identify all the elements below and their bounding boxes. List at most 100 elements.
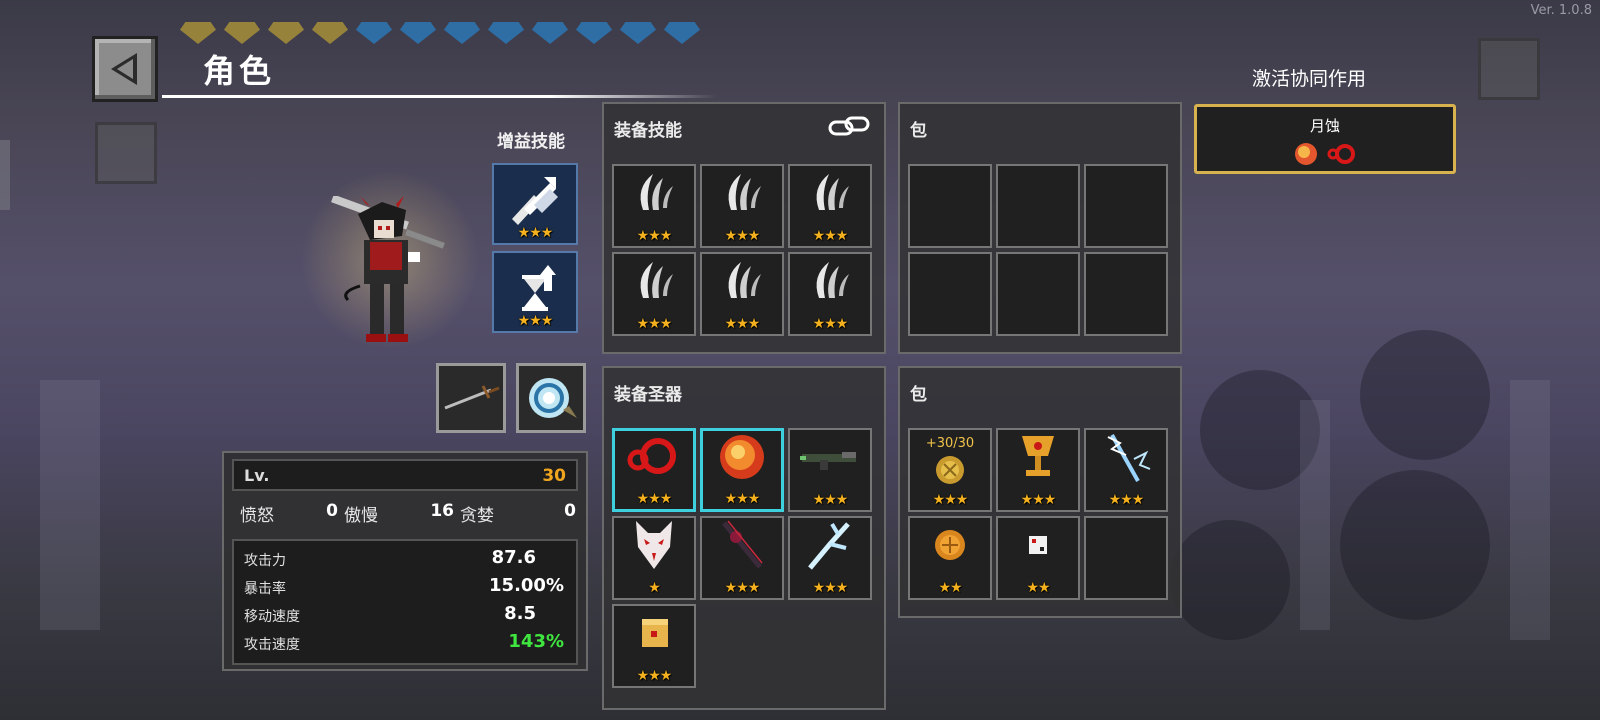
pet-skills-label: 增益技能 bbox=[497, 132, 565, 152]
gem-icon bbox=[268, 22, 304, 44]
attribute-name: 攻击速度 bbox=[244, 637, 300, 653]
fire-orb-icon bbox=[716, 432, 768, 486]
gold-coin-icon bbox=[932, 452, 968, 492]
item-slot[interactable]: +30/30 ★★★ bbox=[908, 428, 992, 512]
item-slot[interactable]: ★★★ bbox=[788, 252, 872, 336]
star-rating: ★★★ bbox=[724, 580, 761, 596]
item-slot[interactable]: ★★ bbox=[908, 516, 992, 600]
skill-bag-panel: 包 bbox=[898, 102, 1182, 354]
sin-name: 愤怒 bbox=[240, 506, 274, 526]
golden-chalice-icon bbox=[1016, 432, 1060, 486]
star-rating: ★★★ bbox=[1108, 492, 1145, 508]
rifle-icon bbox=[798, 442, 862, 476]
swirl-scroll-icon bbox=[529, 378, 577, 418]
item-slot[interactable]: ★★★ bbox=[700, 164, 784, 248]
star-rating: ★★★ bbox=[812, 492, 849, 508]
attribute-value: 15.00% bbox=[489, 575, 564, 596]
lightning-staff-icon bbox=[1098, 429, 1154, 489]
item-slot[interactable]: ★★★ bbox=[788, 516, 872, 600]
attribute-row: 移动速度 8.5 bbox=[244, 601, 564, 629]
level-label: Lv. bbox=[244, 466, 270, 485]
pet-skill-slot[interactable]: ★★★ bbox=[492, 251, 578, 333]
fire-orb-icon bbox=[1295, 143, 1317, 165]
attribute-name: 移动速度 bbox=[244, 609, 300, 625]
left-edge-tab[interactable] bbox=[0, 140, 10, 210]
link-icon[interactable] bbox=[828, 114, 870, 138]
star-rating: ★★★ bbox=[724, 228, 761, 244]
sin-value: 16 bbox=[430, 501, 454, 521]
level-value: 30 bbox=[542, 466, 566, 486]
gem-icon bbox=[576, 22, 612, 44]
dark-staff-icon bbox=[714, 517, 770, 577]
item-slot[interactable]: ★★★ bbox=[612, 604, 696, 688]
sin-name: 贪婪 bbox=[460, 506, 494, 526]
empty-slot[interactable] bbox=[1084, 516, 1168, 600]
pause-icon[interactable] bbox=[1478, 38, 1540, 100]
item-slot[interactable]: ★ bbox=[612, 516, 696, 600]
hourglass-arrow-up-icon bbox=[522, 265, 556, 311]
item-slot[interactable]: ★★★ bbox=[700, 428, 784, 512]
item-slot[interactable]: ★★ bbox=[996, 516, 1080, 600]
item-slot[interactable]: ★★★ bbox=[612, 428, 696, 512]
star-rating: ★★★ bbox=[724, 316, 761, 332]
star-rating: ★★★ bbox=[812, 580, 849, 596]
stats-panel: Lv. 30 愤怒 0 傲慢 16 贪婪 0 攻击力 87.6 暴击率 15.0… bbox=[222, 451, 588, 671]
item-slot[interactable]: ★★★ bbox=[788, 164, 872, 248]
item-slot[interactable]: ★★★ bbox=[612, 252, 696, 336]
star-rating: ★★★ bbox=[812, 316, 849, 332]
red-ring-icon bbox=[1327, 144, 1355, 164]
weapon-slot[interactable] bbox=[516, 363, 586, 433]
attribute-name: 攻击力 bbox=[244, 553, 286, 569]
equip-skills-panel: 装备技能 ★★★ ★★★ ★★★ ★★★ ★★★ ★★★ bbox=[602, 102, 886, 354]
white-dice-icon bbox=[1023, 530, 1053, 564]
star-rating: ★★★ bbox=[636, 316, 673, 332]
item-slot[interactable]: ★★★ bbox=[996, 428, 1080, 512]
item-slot[interactable]: ★★★ bbox=[1084, 428, 1168, 512]
star-rating: ★★ bbox=[1026, 580, 1050, 596]
empty-slot[interactable] bbox=[908, 164, 992, 248]
synergy-name: 月蚀 bbox=[1309, 117, 1340, 135]
item-slot[interactable]: ★★★ bbox=[612, 164, 696, 248]
claw-slash-icon bbox=[805, 258, 855, 308]
star-rating: ★★★ bbox=[932, 492, 969, 508]
star-rating: ★★★ bbox=[636, 491, 673, 507]
sin-value: 0 bbox=[564, 501, 576, 521]
item-slot[interactable]: ★★★ bbox=[788, 428, 872, 512]
empty-slot[interactable] bbox=[996, 164, 1080, 248]
attribute-row: 攻击速度 143% bbox=[244, 629, 564, 657]
sin-name: 傲慢 bbox=[344, 506, 378, 526]
back-button[interactable] bbox=[92, 36, 158, 102]
weapon-slot[interactable] bbox=[436, 363, 506, 433]
title-underline bbox=[162, 95, 717, 98]
empty-slot[interactable] bbox=[996, 252, 1080, 336]
claw-slash-icon bbox=[717, 170, 767, 220]
page-title: 角色 bbox=[203, 52, 276, 90]
item-slot[interactable]: ★★★ bbox=[700, 252, 784, 336]
empty-slot[interactable] bbox=[908, 252, 992, 336]
gem-icon bbox=[664, 22, 700, 44]
item-slot[interactable]: ★★★ bbox=[700, 516, 784, 600]
gem-icon bbox=[488, 22, 524, 44]
star-rating: ★★★ bbox=[724, 491, 761, 507]
attribute-name: 暴击率 bbox=[244, 581, 286, 597]
attribute-value: 8.5 bbox=[504, 603, 536, 624]
equip-relics-panel: 装备圣器 ★★★ ★★★ ★★★ ★ ★★★ ★★★ ★★★ bbox=[602, 366, 886, 710]
star-rating: ★★★ bbox=[636, 228, 673, 244]
star-rating: ★★ bbox=[938, 580, 962, 596]
star-rating: ★★★ bbox=[1020, 492, 1057, 508]
bronze-coin-icon bbox=[932, 527, 968, 567]
relic-bag-panel: 包 +30/30 ★★★ ★★★ ★★★ ★★ ★★ bbox=[898, 366, 1182, 618]
character-sprite bbox=[331, 196, 445, 342]
empty-slot[interactable] bbox=[1084, 252, 1168, 336]
left-menu-icon[interactable] bbox=[95, 122, 157, 184]
equip-skills-title: 装备技能 bbox=[614, 121, 682, 141]
empty-slot[interactable] bbox=[1084, 164, 1168, 248]
attribute-value: 143% bbox=[508, 631, 564, 652]
synergy-card[interactable]: 月蚀 bbox=[1194, 104, 1456, 174]
relic-bag-title: 包 bbox=[910, 385, 927, 405]
gem-icon bbox=[312, 22, 348, 44]
gem-icon bbox=[224, 22, 260, 44]
fox-mask-icon bbox=[632, 517, 676, 577]
pet-skill-slot[interactable]: ★★★ bbox=[492, 163, 578, 245]
skill-bag-title: 包 bbox=[910, 121, 927, 141]
